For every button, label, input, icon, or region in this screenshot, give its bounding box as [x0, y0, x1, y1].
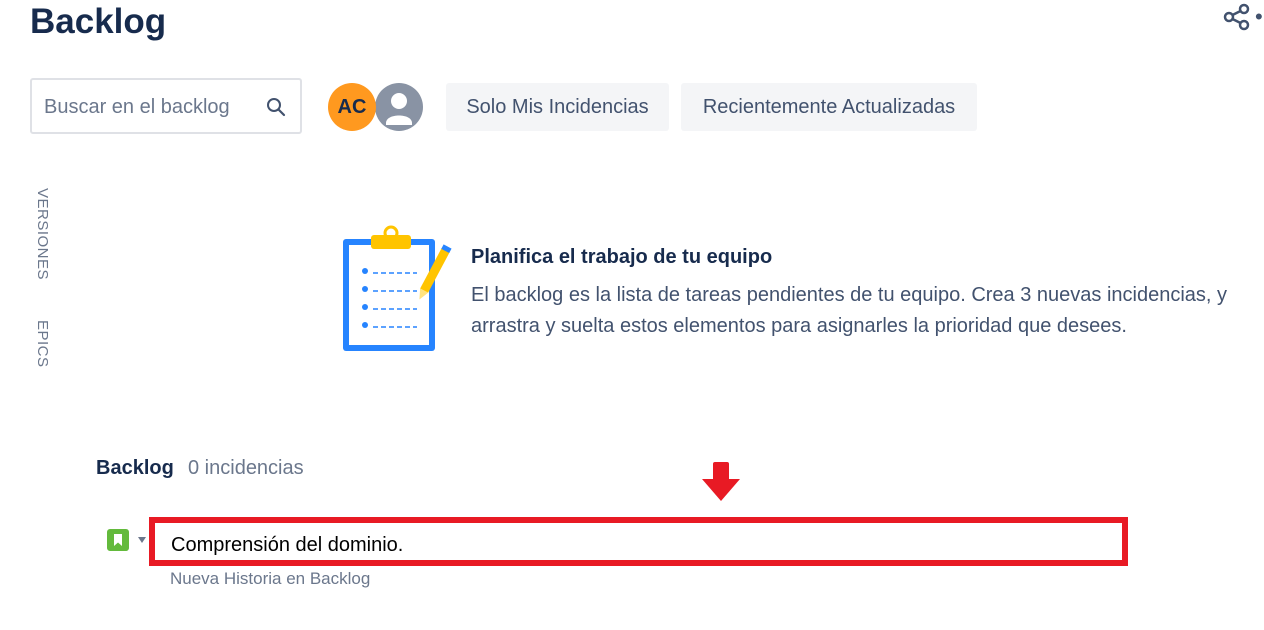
recently-updated-filter[interactable]: Recientemente Actualizadas: [681, 83, 977, 131]
new-issue-helper-text: Nueva Historia en Backlog: [170, 569, 371, 588]
red-down-arrow-icon: [702, 462, 740, 501]
clipboard-checklist-icon: [343, 225, 452, 351]
epics-panel-tab[interactable]: EPICS: [34, 320, 51, 368]
share-icon[interactable]: [1222, 2, 1252, 32]
empty-state-title: Planifica el trabajo de tu equipo: [471, 246, 773, 268]
backlog-page: Backlog • AC Solo Mis Incidencias Recien…: [0, 0, 1264, 630]
user-avatar-icon: [375, 83, 423, 131]
backlog-issue-count: 0 incidencias: [188, 457, 304, 479]
versions-panel-tab[interactable]: VERSIONES: [34, 188, 51, 280]
chevron-down-icon[interactable]: [137, 536, 147, 544]
backlog-search[interactable]: [30, 78, 302, 134]
only-my-issues-filter[interactable]: Solo Mis Incidencias: [446, 83, 669, 131]
backlog-section-title[interactable]: Backlog: [96, 457, 174, 480]
search-icon[interactable]: [266, 97, 286, 117]
issue-summary-input[interactable]: [169, 529, 1103, 561]
story-icon[interactable]: [107, 529, 129, 551]
avatar-unassigned[interactable]: [373, 81, 425, 133]
empty-state-description: El backlog es la lista de tareas pendien…: [471, 284, 1228, 337]
more-options-icon[interactable]: •: [1255, 4, 1264, 28]
new-issue-field[interactable]: [149, 517, 1128, 566]
avatar-ac[interactable]: AC: [328, 83, 376, 131]
search-input[interactable]: [42, 92, 261, 122]
page-title: Backlog: [30, 2, 167, 41]
